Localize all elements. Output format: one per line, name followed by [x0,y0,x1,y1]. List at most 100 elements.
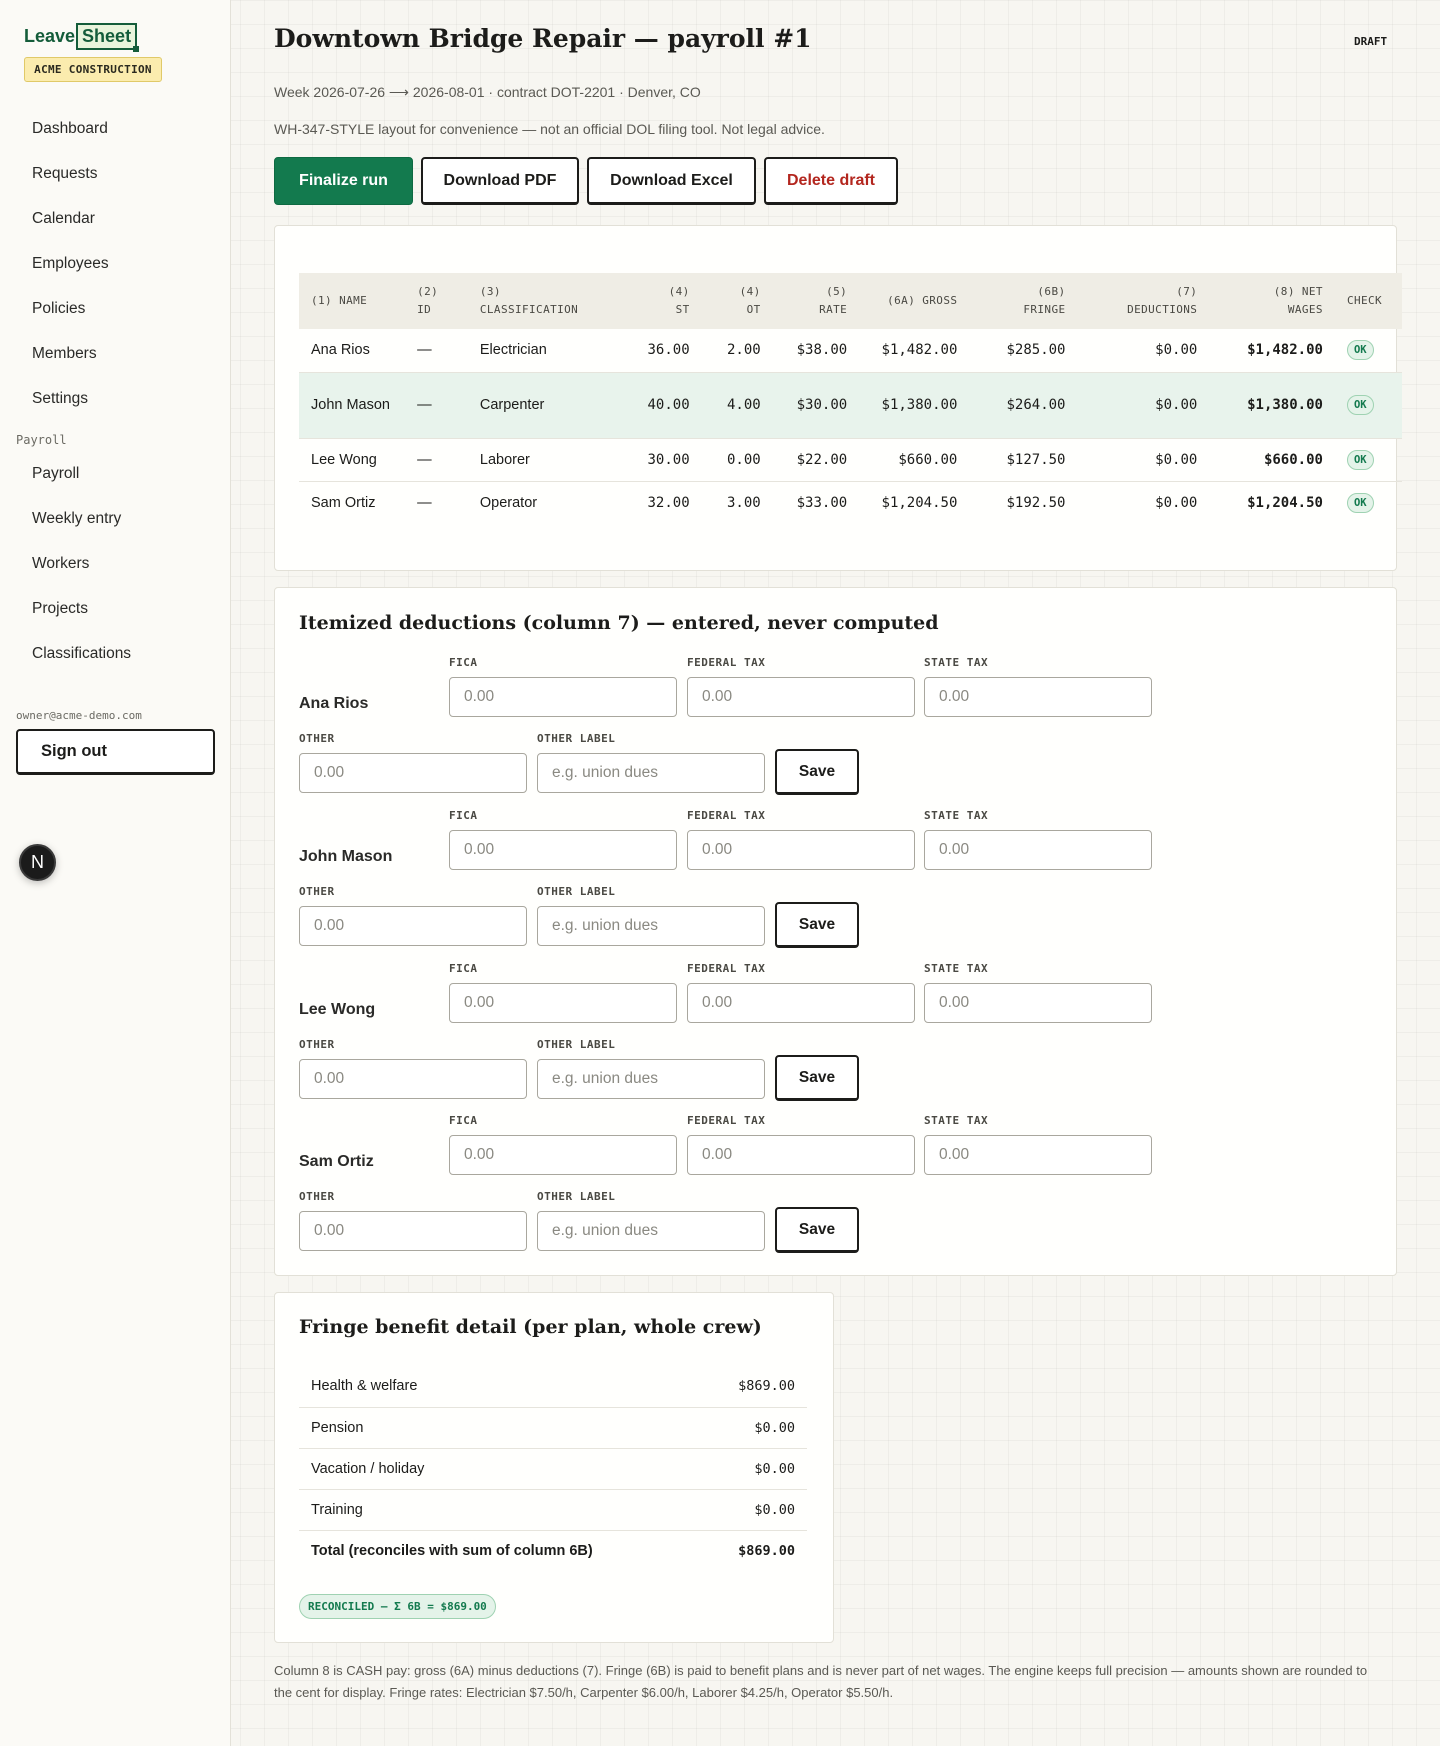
sidebar-item-members[interactable]: Members [32,342,97,366]
sidebar-item-calendar[interactable]: Calendar [32,207,95,231]
fica-label: FICA [449,656,478,669]
sidebar-item-settings[interactable]: Settings [32,387,88,411]
cell-rate: $38.00 [772,329,860,373]
table-row: Ana Rios — Electrician 36.00 2.00 $38.00… [299,329,1402,373]
fringe-row: Health & welfare $869.00 [299,1366,807,1408]
cell-net-wages: $1,204.50 [1247,494,1323,511]
table-row: Lee Wong — Laborer 30.00 0.00 $22.00 $66… [299,438,1402,482]
cell-fringe: $127.50 [969,438,1078,482]
col-header-classification: (3) CLASSIFICATION [467,273,628,329]
cell-deductions: $0.00 [1077,372,1210,439]
table-row: John Mason — Carpenter 40.00 4.00 $30.00… [299,372,1402,439]
save-deductions-button[interactable]: Save [775,749,859,795]
federal-tax-input[interactable]: 0.00 [687,830,915,870]
download-pdf-button[interactable]: Download PDF [421,157,579,205]
fica-input[interactable]: 0.00 [449,677,677,717]
sign-out-button[interactable]: Sign out [16,729,215,775]
federal-tax-label: FEDERAL TAX [687,1114,766,1127]
federal-tax-label: FEDERAL TAX [687,809,766,822]
cell-classification: Electrician [467,329,628,373]
state-tax-input[interactable]: 0.00 [924,830,1152,870]
app-logo[interactable]: Leave Sheet [24,22,140,52]
save-deductions-button[interactable]: Save [775,902,859,948]
dev-tools-badge[interactable]: N [19,844,56,881]
cell-name: John Mason [299,372,406,439]
fringe-row-label: Training [299,1489,701,1531]
page-title: Downtown Bridge Repair — payroll #1 [274,24,812,53]
cell-rate: $22.00 [772,438,860,482]
state-tax-input[interactable]: 0.00 [924,983,1152,1023]
check-ok-badge: OK [1346,340,1374,361]
cell-st: 36.00 [627,329,702,373]
sidebar-item-workers[interactable]: Workers [32,552,89,576]
sidebar-item-weekly-entry[interactable]: Weekly entry [32,507,121,531]
other-label: OTHER [299,732,335,745]
fica-input[interactable]: 0.00 [449,1135,677,1175]
fringe-row-amount: $869.00 [700,1366,807,1408]
cell-name: Lee Wong [299,438,406,482]
sidebar-item-policies[interactable]: Policies [32,297,85,321]
sidebar-item-projects[interactable]: Projects [32,597,88,621]
fringe-row-amount: $0.00 [700,1448,807,1490]
page-subtitle: Week 2026-07-26 ⟶ 2026-08-01 · contract … [274,84,701,100]
state-tax-label: STATE TAX [924,962,989,975]
fringe-row: Vacation / holiday $0.00 [299,1448,807,1490]
federal-tax-label: FEDERAL TAX [687,656,766,669]
cell-deductions: $0.00 [1155,494,1198,511]
sidebar-item-requests[interactable]: Requests [32,162,97,186]
cell-check: OK [1335,481,1402,524]
other-input[interactable]: 0.00 [299,1059,527,1099]
fringe-total-amount: $869.00 [738,1542,795,1559]
cell-ot: 3.00 [726,494,761,511]
other-input[interactable]: 0.00 [299,906,527,946]
sidebar-item-classifications[interactable]: Classifications [32,642,131,666]
deduction-employee-name: Sam Ortiz [299,1153,374,1170]
payroll-table: (1) NAME (2) ID (3) CLASSIFICATION (4) ST (… [299,273,1402,524]
fica-input[interactable]: 0.00 [449,830,677,870]
check-ok-badge: OK [1346,449,1374,470]
finalize-run-button[interactable]: Finalize run [274,157,413,205]
sidebar-item-payroll[interactable]: Payroll [32,462,79,486]
sidebar-section-payroll: Payroll [16,433,67,447]
deduction-employee-name: John Mason [299,848,393,865]
other-label-label: OTHER LABEL [537,885,616,898]
cell-gross: $1,482.00 [859,329,970,373]
delete-draft-button[interactable]: Delete draft [764,157,898,205]
cell-st: 40.00 [627,372,702,439]
other-label-input[interactable]: e.g. union dues [537,1059,765,1099]
disclaimer-text: WH-347-STYLE layout for convenience — no… [274,121,825,137]
federal-tax-label: FEDERAL TAX [687,962,766,975]
cell-fringe: $264.00 [969,372,1078,439]
cell-deductions: $0.00 [1077,329,1210,373]
state-tax-input[interactable]: 0.00 [924,1135,1152,1175]
save-deductions-button[interactable]: Save [775,1055,859,1101]
save-deductions-button[interactable]: Save [775,1207,859,1253]
federal-tax-input[interactable]: 0.00 [687,1135,915,1175]
fringe-total-row: Total (reconciles with sum of column 6B)… [299,1530,807,1571]
cell-classification: Laborer [467,438,628,482]
other-label-input[interactable]: e.g. union dues [537,753,765,793]
check-ok-badge: OK [1346,395,1374,415]
sidebar-item-employees[interactable]: Employees [32,252,109,276]
fringe-benefit-card: Fringe benefit detail (per plan, whole c… [274,1292,834,1643]
other-label-input[interactable]: e.g. union dues [537,1211,765,1251]
cell-check: OK [1334,438,1402,482]
federal-tax-input[interactable]: 0.00 [687,677,915,717]
state-tax-input[interactable]: 0.00 [924,677,1152,717]
col-header-fringe: (6B) FRINGE [969,273,1078,329]
logo-text-sheet: Sheet [76,22,140,52]
cell-ot: 2.00 [701,329,773,373]
fringe-row-label: Health & welfare [299,1366,701,1408]
download-excel-button[interactable]: Download Excel [587,157,756,205]
fica-input[interactable]: 0.00 [449,983,677,1023]
other-input[interactable]: 0.00 [299,753,527,793]
sidebar-item-dashboard[interactable]: Dashboard [32,117,108,141]
federal-tax-input[interactable]: 0.00 [687,983,915,1023]
other-input[interactable]: 0.00 [299,1211,527,1251]
col-header-net-wages: (8) NET WAGES [1209,273,1335,329]
fringe-title: Fringe benefit detail (per plan, whole c… [299,1316,762,1338]
fringe-row: Training $0.00 [299,1489,807,1531]
cell-fringe: $285.00 [969,329,1078,373]
other-label-input[interactable]: e.g. union dues [537,906,765,946]
col-header-st: (4) ST [627,273,702,329]
